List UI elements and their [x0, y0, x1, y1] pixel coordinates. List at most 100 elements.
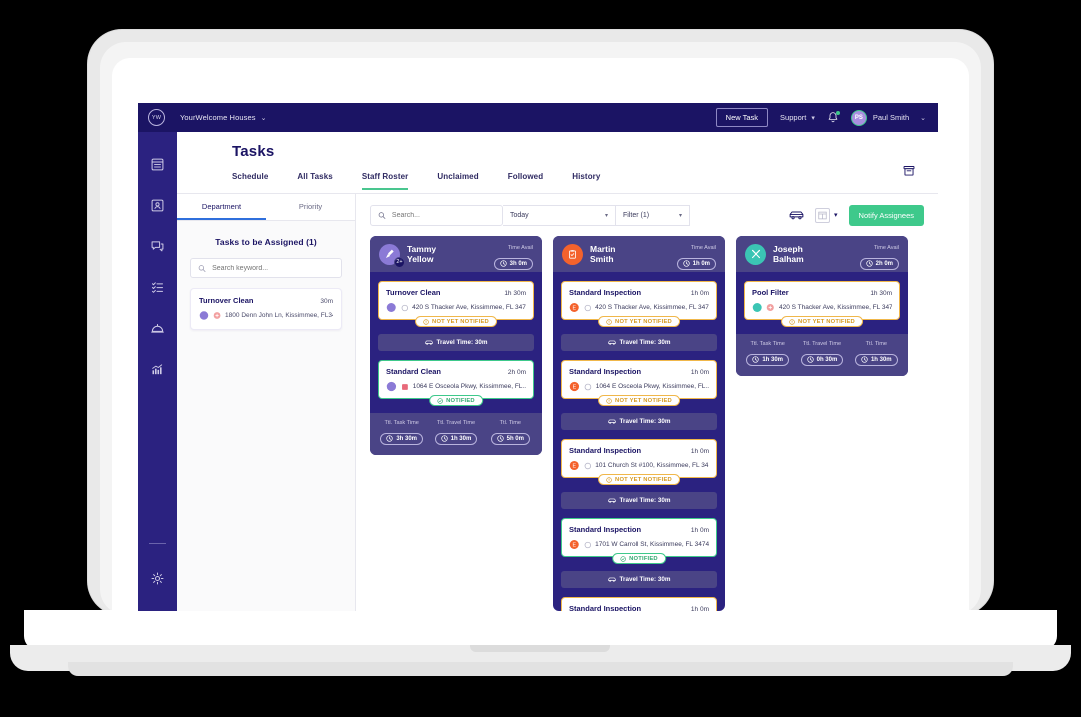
date-filter-value: Today: [510, 211, 529, 219]
brand-switcher[interactable]: YourWelcome Houses ⌄: [165, 113, 266, 122]
clock-icon: [683, 260, 690, 267]
toolbar-actions: ▾ Notify Assignees: [789, 204, 924, 226]
app-logo-text: YW: [151, 114, 162, 121]
sidebar-item-tasks[interactable]: [138, 267, 177, 308]
support-menu[interactable]: Support ▾: [780, 113, 815, 122]
total-travel-time-label: Ttl. Travel Time: [802, 341, 842, 347]
notify-assignees-button[interactable]: Notify Assignees: [848, 204, 924, 226]
status-text: NOT YET NOTIFIED: [615, 318, 672, 325]
sidebar-item-services[interactable]: [138, 308, 177, 349]
staff-column-body[interactable]: Pool Filter 1h 30m 420 S Thacker Ave, Ki…: [736, 272, 908, 334]
tab-all-tasks[interactable]: All Tasks: [297, 172, 332, 190]
sidebar-item-reports[interactable]: [138, 349, 177, 390]
column-view-icon: [815, 207, 831, 223]
task-duration: 1h 0m: [690, 290, 709, 297]
task-card[interactable]: Standard Inspection 1h 0m E: [561, 597, 717, 611]
task-card[interactable]: Standard Clean 2h 0m 1064 E Osceola Pkwy…: [378, 360, 534, 406]
avatar: 2+: [379, 243, 405, 268]
task-card-header: Standard Inspection 1h 0m: [569, 525, 709, 534]
staff-column-header: Joseph Balham Time Avail 2h 0m: [736, 236, 908, 272]
task-address: 420 S Thacker Ave, Kissimmee, FL 347...: [595, 304, 709, 311]
laptop-trackpad-notch: [470, 645, 610, 652]
task-card[interactable]: Turnover Clean 1h 30m 420 S Thacker Ave,…: [378, 281, 534, 327]
total-task-time-pill: 3h 30m: [380, 432, 423, 445]
clock-icon: [500, 260, 507, 267]
unassigned-task-card[interactable]: Turnover Clean 30m 1800 Denn John Ln, Ki…: [190, 288, 342, 330]
travel-time-row: Travel Time: 30m: [561, 571, 717, 588]
avatar-initials: PS: [854, 114, 863, 121]
staff-name: Joseph Balham: [773, 244, 804, 264]
van-icon: [607, 419, 616, 424]
travel-mode-button[interactable]: [789, 209, 804, 221]
unassigned-task-title: Turnover Clean: [199, 296, 254, 305]
task-card[interactable]: Standard Inspection 1h 0m E 101 Church S…: [561, 439, 717, 485]
archive-button[interactable]: [902, 164, 916, 183]
app-logo[interactable]: YW: [148, 109, 165, 126]
task-card-header: Pool Filter 1h 30m: [752, 288, 892, 297]
tab-followed[interactable]: Followed: [508, 172, 543, 190]
top-navigation-bar: YW YourWelcome Houses ⌄ New Task Support…: [138, 103, 938, 132]
tab-unclaimed[interactable]: Unclaimed: [437, 172, 478, 190]
time-available-value: 3h 0m: [509, 260, 527, 267]
task-card-header: Standard Inspection 1h 0m: [569, 367, 709, 376]
time-available: Time Avail 2h 0m: [837, 236, 899, 272]
task-address: 420 S Thacker Ave, Kissimmee, FL 347...: [412, 304, 526, 311]
staff-column: Martin Smith Time Avail 1h 0m Standard I…: [553, 236, 725, 611]
travel-time-label: Travel Time: 30m: [619, 339, 671, 346]
task-duration: 1h 0m: [690, 369, 709, 376]
sidebar-item-schedule[interactable]: [138, 144, 177, 185]
new-task-button[interactable]: New Task: [715, 108, 769, 127]
status-badge: NOTIFIED: [612, 553, 666, 564]
view-mode-toggle[interactable]: ▾: [815, 207, 838, 223]
total-time-label: Ttl. Time: [865, 341, 888, 347]
task-card[interactable]: Standard Inspection 1h 0m E 1701 W Carro…: [561, 518, 717, 564]
tab-department[interactable]: Department: [177, 194, 266, 220]
date-filter-select[interactable]: Today ▾: [503, 204, 616, 226]
status-badge: NOT YET NOTIFIED: [598, 474, 680, 485]
sidebar-item-settings[interactable]: [138, 558, 177, 599]
tab-history[interactable]: History: [572, 172, 600, 190]
search-keyword-input[interactable]: [212, 264, 334, 272]
time-available-pill: 1h 0m: [676, 257, 716, 270]
calendar-icon: [151, 158, 164, 171]
check-icon: [620, 555, 626, 562]
sidebar-item-contacts[interactable]: [138, 185, 177, 226]
task-card-header: Turnover Clean 1h 30m: [386, 288, 526, 297]
tab-staff-roster[interactable]: Staff Roster: [361, 172, 409, 190]
keyword-search-field[interactable]: [190, 258, 342, 278]
status-badge: NOT YET NOTIFIED: [781, 316, 863, 327]
task-type-icon: [386, 381, 397, 392]
van-icon: [424, 340, 433, 345]
archive-icon: [903, 166, 915, 176]
total-time-pill: 1h 30m: [854, 353, 898, 366]
search-input[interactable]: [391, 211, 495, 219]
travel-time-row: Travel Time: 30m: [561, 413, 717, 430]
sidebar-item-messages[interactable]: [138, 226, 177, 267]
total-travel-time: Ttl. Travel Time 0h 30m: [796, 341, 847, 368]
search-field[interactable]: [370, 204, 503, 226]
travel-time-row: Travel Time: 30m: [561, 334, 717, 351]
tab-priority[interactable]: Priority: [266, 194, 355, 220]
tools-icon: [751, 249, 760, 259]
filter-select[interactable]: Filter (1) ▾: [616, 204, 690, 226]
task-card[interactable]: Pool Filter 1h 30m 420 S Thacker Ave, Ki…: [744, 281, 900, 327]
chat-icon: [151, 241, 164, 252]
staff-column: Joseph Balham Time Avail 2h 0m Pool Filt…: [736, 236, 908, 376]
svg-text:E: E: [573, 305, 577, 311]
property-tag-icon: [767, 303, 775, 312]
task-card[interactable]: Standard Inspection 1h 0m E 420 S Thacke…: [561, 281, 717, 327]
task-card-meta: E 1701 W Carroll St, Kissimmee, FL 3474.…: [569, 539, 709, 550]
staff-column-body[interactable]: Standard Inspection 1h 0m E 420 S Thacke…: [553, 272, 725, 611]
tab-schedule[interactable]: Schedule: [232, 172, 268, 190]
time-available-pill: 2h 0m: [859, 257, 899, 270]
task-card[interactable]: Standard Inspection 1h 0m E 1064 E Osceo…: [561, 360, 717, 406]
laptop-base-foot: [68, 662, 1013, 676]
property-tag-icon: [584, 541, 591, 548]
property-tag-icon: [584, 383, 592, 390]
notifications-button[interactable]: [827, 110, 840, 125]
total-time: Ttl. Time 5h 0m: [485, 420, 536, 447]
staff-column-body[interactable]: Turnover Clean 1h 30m 420 S Thacker Ave,…: [370, 272, 542, 413]
status-text: NOT YET NOTIFIED: [798, 318, 855, 325]
user-menu[interactable]: PS Paul Smith ⌄: [850, 109, 926, 126]
travel-time-label: Travel Time: 30m: [619, 418, 671, 425]
